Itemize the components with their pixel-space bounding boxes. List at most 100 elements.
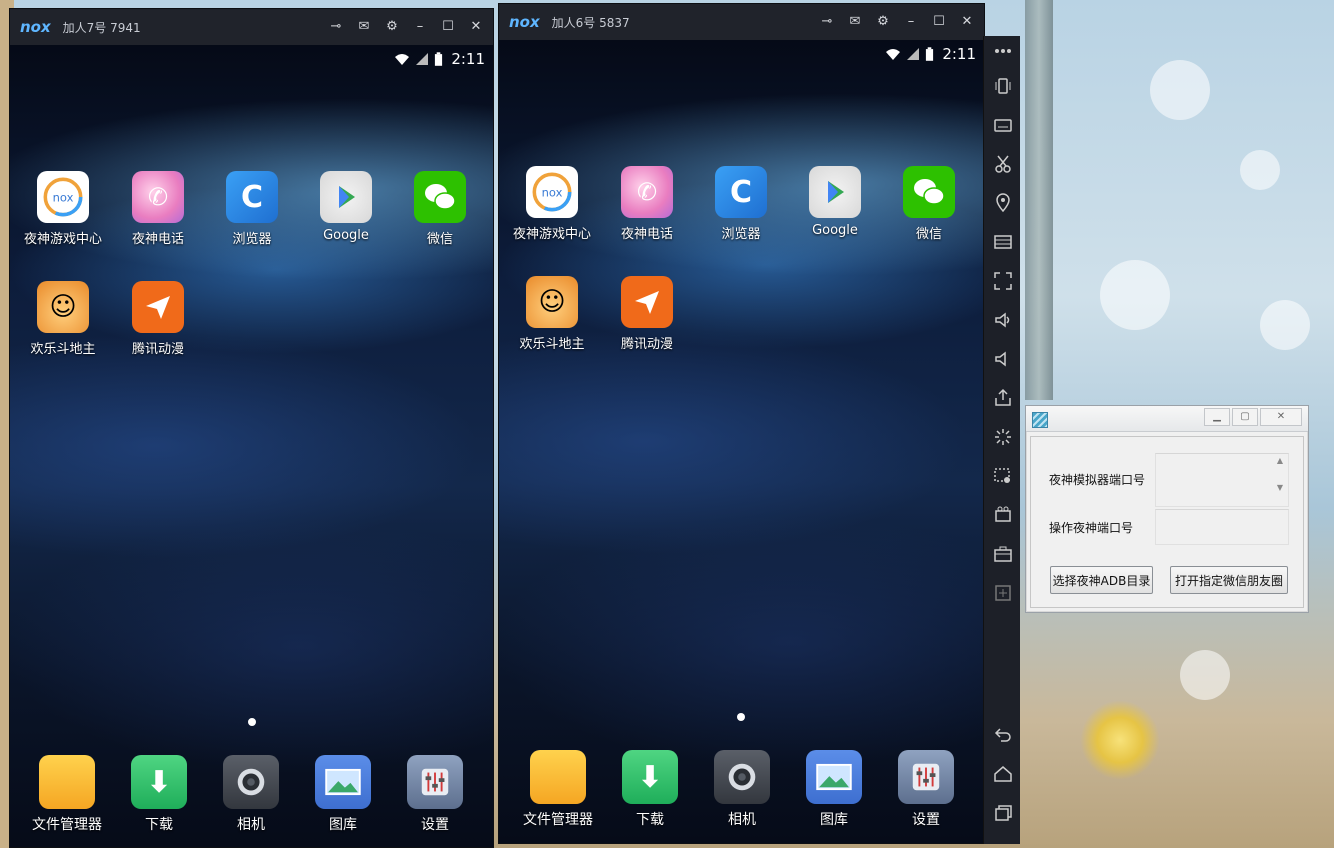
dock-settings[interactable]: 设置 bbox=[390, 755, 480, 834]
minimize-icon[interactable]: ▁ bbox=[1204, 408, 1230, 426]
home-icon[interactable] bbox=[984, 759, 1021, 789]
clock: 2:11 bbox=[942, 45, 976, 63]
dock-gallery[interactable]: 图库 bbox=[298, 755, 388, 834]
app-label: 文件管理器 bbox=[32, 817, 102, 833]
tool-dialog[interactable]: ▁ ▢ ✕ 夜神模拟器端口号 ▲ ▼ 操作夜神端口号 选择夜神ADB目录 打开指定… bbox=[1025, 405, 1309, 613]
fullscreen-icon[interactable] bbox=[984, 266, 1021, 296]
app-nox-game-center[interactable]: nox 夜神游戏中心 bbox=[507, 166, 597, 242]
app-label: 欢乐斗地主 bbox=[30, 342, 96, 357]
dock-camera[interactable]: 相机 bbox=[697, 750, 787, 829]
battery-icon bbox=[435, 51, 443, 66]
dialog-body: 夜神模拟器端口号 ▲ ▼ 操作夜神端口号 选择夜神ADB目录 打开指定微信朋友圈 bbox=[1030, 436, 1304, 608]
multi-instance-icon[interactable] bbox=[984, 227, 1021, 257]
app-icon bbox=[1032, 412, 1048, 428]
app-doudizhu[interactable]: ☺ 欢乐斗地主 bbox=[507, 276, 597, 352]
app-label: 夜神游戏中心 bbox=[23, 232, 102, 247]
operate-port-input[interactable] bbox=[1155, 509, 1289, 545]
app-label: 相机 bbox=[728, 812, 756, 828]
app-google[interactable]: Google bbox=[301, 171, 391, 243]
pin-icon[interactable]: ⊸ bbox=[327, 18, 345, 36]
dock-file-manager[interactable]: 文件管理器 bbox=[513, 750, 603, 829]
camera-icon bbox=[223, 755, 279, 809]
emulator-side-toolbar bbox=[983, 36, 1020, 844]
keyboard-icon[interactable] bbox=[984, 110, 1021, 140]
app-label: 夜神电话 bbox=[131, 232, 184, 247]
macro-icon[interactable] bbox=[984, 578, 1021, 608]
dock-camera[interactable]: 相机 bbox=[206, 755, 296, 834]
mail-icon[interactable]: ✉ bbox=[846, 13, 864, 31]
close-icon[interactable]: ✕ bbox=[1260, 408, 1302, 426]
app-wechat[interactable]: 微信 bbox=[884, 166, 974, 242]
folder-icon bbox=[530, 750, 586, 804]
svg-text:nox: nox bbox=[542, 185, 563, 199]
status-bar: 2:11 bbox=[394, 49, 485, 69]
scrollbar[interactable]: ▲ ▼ bbox=[1274, 456, 1286, 492]
app-nox-phone[interactable]: ✆ 夜神电话 bbox=[602, 166, 692, 242]
shake-effect-icon[interactable] bbox=[984, 422, 1021, 452]
install-apk-icon[interactable] bbox=[984, 383, 1021, 413]
emulator-titlebar[interactable]: nox 加人7号 7941 ⊸ ✉ ⚙ – ☐ ✕ bbox=[10, 9, 493, 45]
dock-file-manager[interactable]: 文件管理器 bbox=[22, 755, 112, 834]
gear-icon[interactable]: ⚙ bbox=[874, 13, 892, 31]
app-google[interactable]: Google bbox=[790, 166, 880, 238]
desktop-bokeh bbox=[1100, 260, 1170, 330]
app-tencent-comic[interactable]: 腾讯动漫 bbox=[602, 276, 692, 352]
close-icon[interactable]: ✕ bbox=[467, 18, 485, 36]
maximize-icon[interactable]: ▢ bbox=[1232, 408, 1258, 426]
emulator-titlebar[interactable]: nox 加人6号 5837 ⊸ ✉ ⚙ – ☐ ✕ bbox=[499, 4, 984, 40]
dock-settings[interactable]: 设置 bbox=[881, 750, 971, 829]
volume-up-icon[interactable] bbox=[984, 305, 1021, 335]
settings-sliders-icon bbox=[898, 750, 954, 804]
signal-icon bbox=[416, 53, 429, 65]
dock-download[interactable]: ⬇ 下载 bbox=[114, 755, 204, 834]
dock-download[interactable]: ⬇ 下载 bbox=[605, 750, 695, 829]
more-icon[interactable] bbox=[984, 36, 1021, 66]
app-label: 相机 bbox=[237, 817, 265, 833]
pin-icon[interactable]: ⊸ bbox=[818, 13, 836, 31]
volume-down-icon[interactable] bbox=[984, 344, 1021, 374]
mail-icon[interactable]: ✉ bbox=[355, 18, 373, 36]
dialog-titlebar[interactable]: ▁ ▢ ✕ bbox=[1026, 406, 1308, 432]
minimize-icon[interactable]: – bbox=[411, 18, 429, 36]
nox-logo: nox bbox=[509, 13, 540, 31]
operate-port-label: 操作夜神端口号 bbox=[1049, 521, 1134, 535]
select-adb-dir-button[interactable]: 选择夜神ADB目录 bbox=[1050, 566, 1153, 594]
recent-apps-icon[interactable] bbox=[984, 798, 1021, 828]
dock-gallery[interactable]: 图库 bbox=[789, 750, 879, 829]
app-wechat[interactable]: 微信 bbox=[395, 171, 485, 247]
minimize-icon[interactable]: – bbox=[902, 13, 920, 31]
app-tencent-comic[interactable]: 腾讯动漫 bbox=[113, 281, 203, 357]
gear-icon[interactable]: ⚙ bbox=[383, 18, 401, 36]
close-icon[interactable]: ✕ bbox=[958, 13, 976, 31]
emulator-port-input[interactable]: ▲ ▼ bbox=[1155, 453, 1289, 507]
location-icon[interactable] bbox=[984, 188, 1021, 218]
app-label: 浏览器 bbox=[232, 232, 272, 247]
screenshot-icon[interactable] bbox=[984, 149, 1021, 179]
app-doudizhu[interactable]: ☺ 欢乐斗地主 bbox=[18, 281, 108, 357]
app-browser[interactable]: C 浏览器 bbox=[696, 166, 786, 242]
window-title: 加人6号 5837 bbox=[551, 15, 630, 30]
android-home-screen[interactable]: 2:11 nox 夜神游戏中心 ✆ 夜神电话 C 浏览器 Google 微信 ☺… bbox=[10, 45, 493, 847]
status-bar: 2:11 bbox=[885, 44, 976, 64]
android-home-screen[interactable]: 2:11 nox 夜神游戏中心 ✆ 夜神电话 C 浏览器 Google 微信 ☺… bbox=[499, 40, 984, 843]
shake-icon[interactable] bbox=[984, 71, 1021, 101]
record-icon[interactable] bbox=[984, 461, 1021, 491]
app-label: 微信 bbox=[915, 227, 942, 242]
camera-icon bbox=[714, 750, 770, 804]
back-icon[interactable] bbox=[984, 720, 1021, 750]
download-icon: ⬇ bbox=[622, 750, 678, 804]
open-moments-button[interactable]: 打开指定微信朋友圈 bbox=[1170, 566, 1288, 594]
gallery-icon bbox=[315, 755, 371, 809]
app-nox-game-center[interactable]: nox 夜神游戏中心 bbox=[18, 171, 108, 247]
shared-folder-icon[interactable] bbox=[984, 539, 1021, 569]
emulator-window-2[interactable]: nox 加人6号 5837 ⊸ ✉ ⚙ – ☐ ✕ 2:11 nox 夜神游戏中… bbox=[498, 3, 985, 844]
emulator-window-1[interactable]: nox 加人7号 7941 ⊸ ✉ ⚙ – ☐ ✕ 2:11 nox 夜神游戏中… bbox=[9, 8, 494, 848]
desktop-bokeh bbox=[1180, 650, 1230, 700]
maximize-icon[interactable]: ☐ bbox=[439, 18, 457, 36]
app-nox-phone[interactable]: ✆ 夜神电话 bbox=[113, 171, 203, 247]
doudizhu-icon: ☺ bbox=[526, 276, 578, 328]
app-browser[interactable]: C 浏览器 bbox=[207, 171, 297, 247]
clock: 2:11 bbox=[451, 50, 485, 68]
maximize-icon[interactable]: ☐ bbox=[930, 13, 948, 31]
video-icon[interactable] bbox=[984, 500, 1021, 530]
